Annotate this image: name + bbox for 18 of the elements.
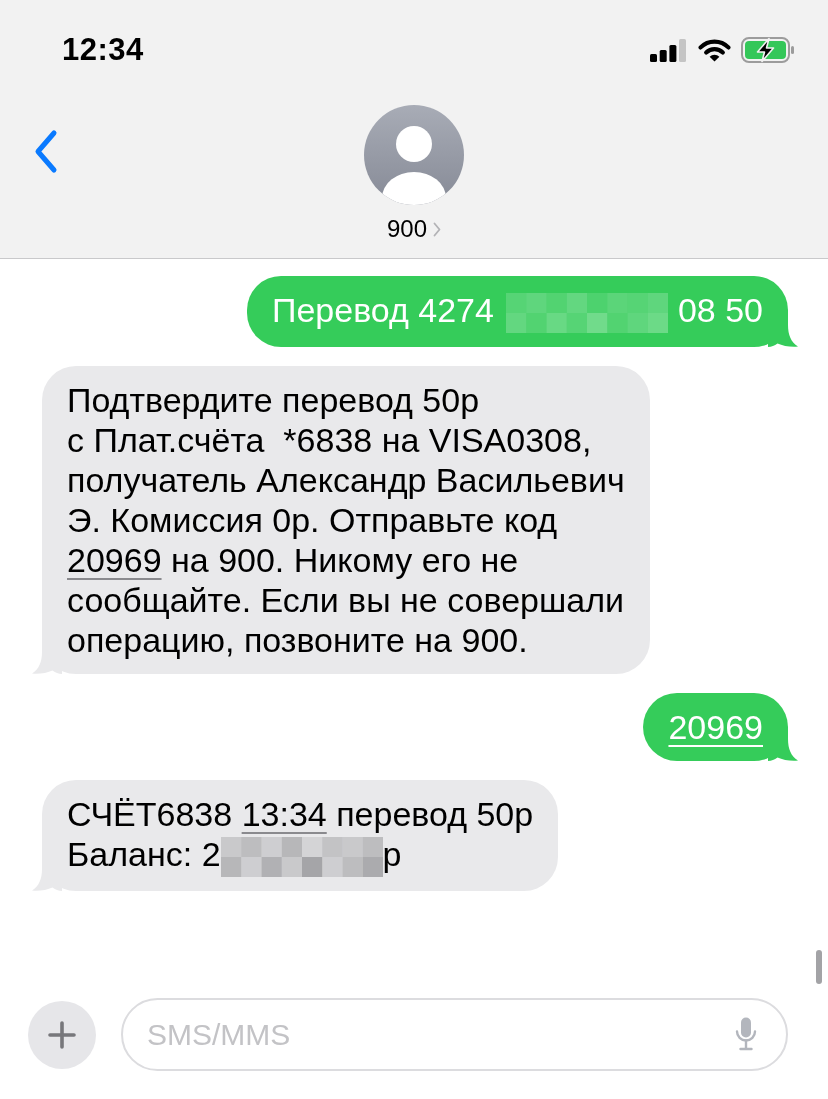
signal-icon [650,38,686,62]
scroll-indicator [816,950,822,984]
wifi-icon [698,38,731,62]
chevron-left-icon [33,129,59,174]
microphone-icon[interactable] [734,1017,758,1051]
contact-name-button[interactable]: 900 [386,214,441,244]
detected-link[interactable]: 13:34 [241,795,327,833]
chevron-right-icon [433,221,441,237]
plus-icon [48,1020,76,1049]
status-time: 12:34 [62,30,144,69]
message-text: Перевод 4274 08 50 [271,290,763,333]
battery-charging-icon [741,37,795,63]
message-input[interactable]: SMS/MMS [121,998,788,1071]
message-text: Подтвердите перевод 50р с Плат.счёта *6838 на VISA0308, получатель Александр Васильевич Э. Комиссия 0р. Отправьте код 20969 на 900. Никому его не сообщайте. Если вы не совершали операцию, позвоните на 900. [67,380,625,660]
detected-link[interactable]: 20969 [67,541,162,579]
avatar-icon[interactable] [364,105,464,205]
message-text: СЧЁТ6838 13:34 перевод 50р Баланс: 2 р [67,794,534,878]
back-button[interactable] [33,129,59,174]
